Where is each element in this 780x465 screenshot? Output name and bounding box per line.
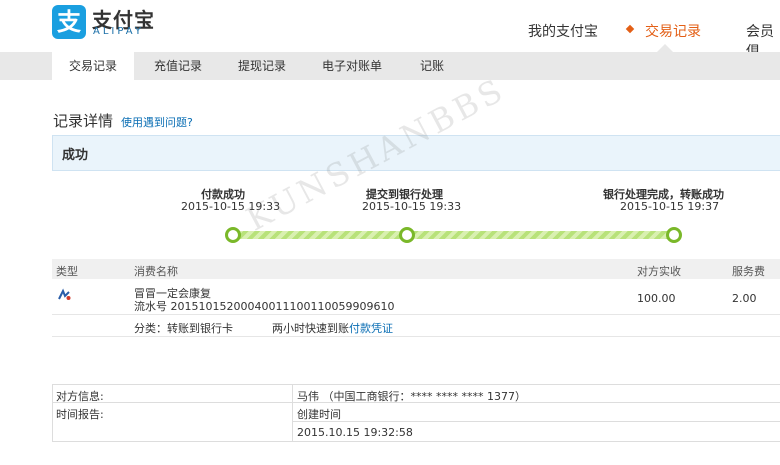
logo-subtext: ALIPAY (93, 26, 144, 37)
col-fee: 服务费 (732, 265, 765, 278)
created-value: 2015.10.15 19:32:58 (297, 426, 413, 439)
counterparty-label: 对方信息: (56, 390, 104, 403)
sub-nav: 交易记录 充值记录 提现记录 电子对账单 记账 (0, 52, 780, 80)
row-divider (52, 314, 780, 315)
row-divider (52, 336, 780, 337)
step-3-time: 2015-10-15 19:37 (620, 200, 720, 213)
step-2-time: 2015-10-15 19:33 (362, 200, 462, 213)
tab-bookkeeping[interactable]: 记账 (410, 52, 454, 80)
col-type: 类型 (56, 265, 78, 278)
time-label: 时间报告: (56, 408, 104, 421)
step-2-node-icon (399, 227, 415, 243)
speed-text: 两小时快速到账 (272, 322, 349, 335)
nav-my-alipay[interactable]: 我的支付宝 (528, 21, 598, 41)
top-header: 支 支付宝 ALIPAY 我的支付宝 交易记录 会员俱 (0, 0, 780, 60)
info-divider (292, 384, 293, 442)
step-1-node-icon (225, 227, 241, 243)
tab-e-statement[interactable]: 电子对账单 (316, 52, 388, 80)
step-3-node-icon (666, 227, 682, 243)
tab-trade-records[interactable]: 交易记录 (52, 52, 134, 80)
category-text: 分类：转账到银行卡 (134, 322, 233, 335)
alipay-logo-icon[interactable]: 支 (52, 5, 86, 39)
tab-withdraw-records[interactable]: 提现记录 (226, 52, 298, 80)
status-bar (52, 135, 780, 171)
nav-pointer-icon (657, 44, 673, 52)
payment-voucher-link[interactable]: 付款凭证 (349, 320, 393, 336)
serial-number: 流水号 20151015200040011100110059909610 (134, 300, 395, 313)
col-amount: 对方实收 (637, 265, 681, 278)
col-name: 消费名称 (134, 265, 178, 278)
info-divider (292, 421, 780, 422)
step-1-time: 2015-10-15 19:33 (181, 200, 281, 213)
status-text: 成功 (62, 148, 89, 163)
created-label: 创建时间 (297, 408, 341, 421)
transfer-icon (58, 288, 71, 300)
page-title: 记录详情 (53, 112, 114, 130)
amount-value: 100.00 (637, 292, 676, 305)
nav-trade-records[interactable]: 交易记录 (645, 21, 701, 41)
counterparty-value: 马伟 （中国工商银行：**** **** **** 1377） (297, 390, 526, 403)
progress-track (232, 231, 672, 239)
tab-recharge-records[interactable]: 充值记录 (142, 52, 214, 80)
active-diamond-icon (625, 24, 635, 34)
help-link[interactable]: 使用遇到问题? (121, 114, 193, 130)
fee-value: 2.00 (732, 292, 757, 305)
